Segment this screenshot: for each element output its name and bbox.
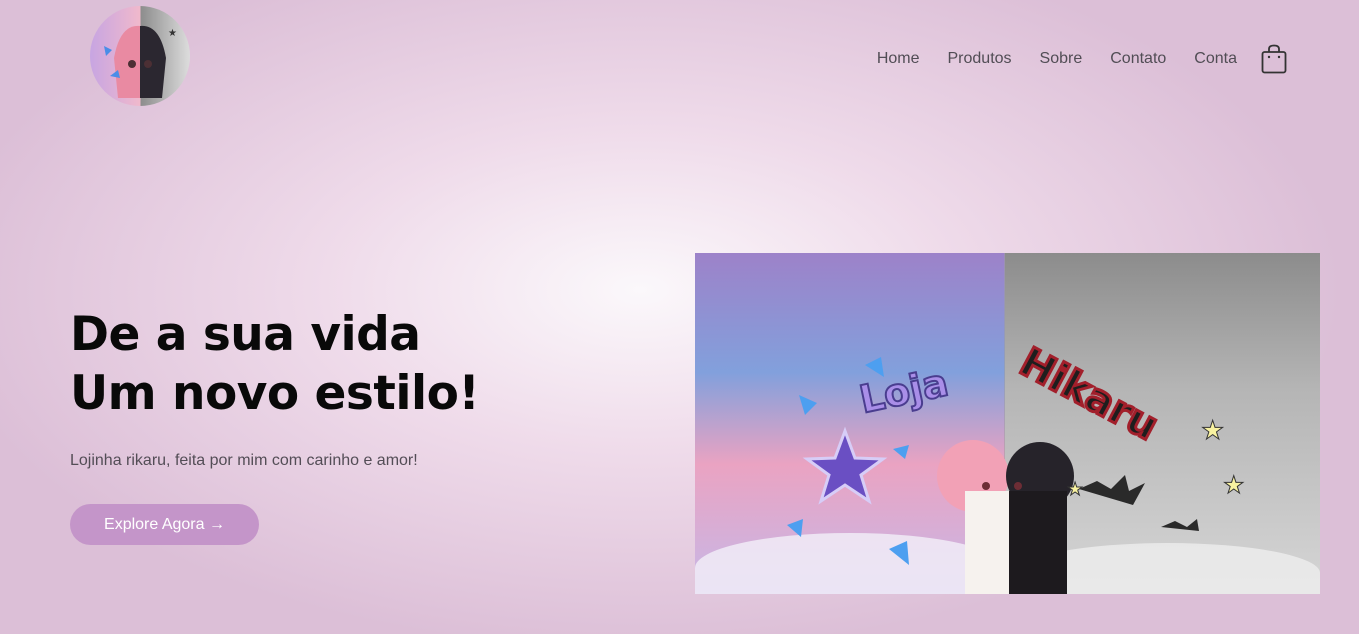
banner-text-loja: Loja [856,360,952,422]
hero-title-line-2: Um novo estilo! [70,366,480,421]
main-nav: Home Produtos Sobre Contato Conta [877,44,1287,74]
nav-home[interactable]: Home [877,50,920,68]
svg-text:★: ★ [1067,479,1083,500]
nav-conta[interactable]: Conta [1194,50,1237,68]
banner-illustration: ★ ★ ★ Loja Hikaru [787,338,1245,594]
logo-avatar[interactable]: ★ [90,6,190,106]
shopping-bag-icon[interactable] [1261,44,1287,74]
svg-text:★: ★ [168,28,177,39]
logo-character-illustration: ★ [104,25,177,99]
nav-produtos[interactable]: Produtos [948,50,1012,68]
nav-sobre[interactable]: Sobre [1040,50,1083,68]
svg-text:★: ★ [1201,416,1224,446]
banner-text-hikaru: Hikaru [1012,339,1165,450]
hero-title: De a sua vida Um novo estilo! [70,305,480,423]
nav-contato[interactable]: Contato [1110,50,1166,68]
hero-subtitle: Lojinha rikaru, feita por mim com carinh… [70,452,418,469]
hero-title-line-1: De a sua vida [70,307,421,362]
svg-text:★: ★ [1223,471,1245,499]
explore-button[interactable]: Explore Agora → [70,504,259,545]
hero-banner-image: ★ ★ ★ Loja Hikaru [695,253,1320,594]
